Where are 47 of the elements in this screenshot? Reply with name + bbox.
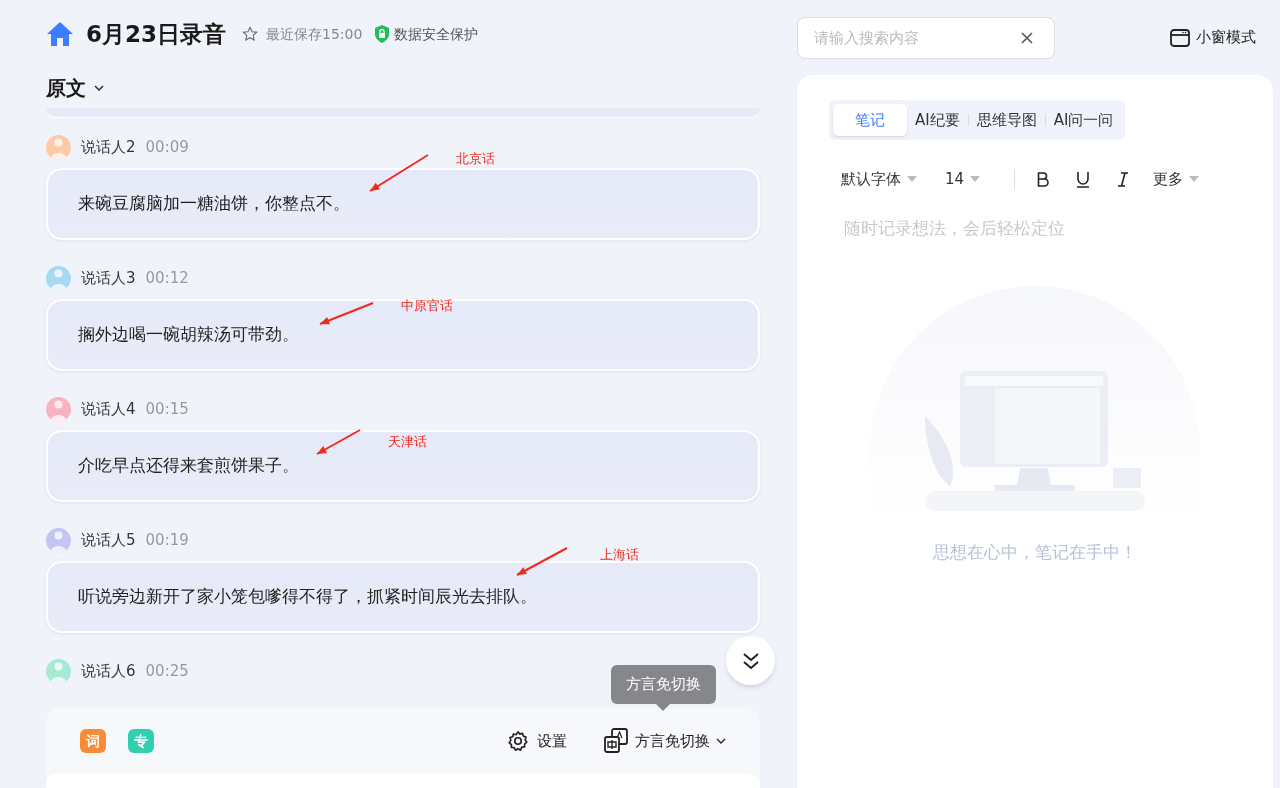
empty-message: 思想在心中，笔记在手中！ [932,541,1138,564]
transcript-text: 介吃早点还得来套煎饼果子。 [78,454,299,478]
dialect-dropdown[interactable]: 方言免切换 [603,728,726,754]
annotation-label: 天津话 [388,433,427,451]
close-icon[interactable] [1021,31,1033,44]
scroll-down-button[interactable] [726,636,775,685]
caret-icon [94,85,104,91]
transcript-text: 听说旁边新开了家小笼包嗲得不得了，抓紧时间辰光去排队。 [78,585,537,609]
caret-icon [970,176,981,182]
speaker-name: 说话人2 [81,136,136,158]
notes-tab[interactable]: 笔记 [833,104,907,136]
notes-tab[interactable]: 思维导图 [968,104,1045,136]
translate-icon [603,728,629,754]
tooltip: 方言免切换 [611,665,716,704]
settings-button[interactable]: 设置 [507,729,567,753]
last-saved-text: 最近保存15:00 [266,24,363,44]
mini-window-button[interactable]: 小窗模式 [1170,26,1256,49]
home-icon[interactable] [46,21,74,47]
bold-icon [1037,171,1050,187]
search-field[interactable]: 请输入搜索内容 [797,16,1055,59]
underline-icon [1076,170,1091,188]
annotation-label: 中原官话 [401,297,453,315]
transcript-text: 来碗豆腐脑加一糖油饼，你整点不。 [78,192,350,216]
view-dropdown[interactable]: 原文 [46,73,104,103]
tooltip-pointer [656,704,670,711]
security-label: 数据安全保护 [394,24,479,44]
shield-lock-icon [374,25,391,43]
caret-icon [907,176,917,182]
more-dropdown[interactable]: 更多 [1153,167,1200,191]
font-dropdown[interactable]: 默认字体 [841,167,917,191]
annotation-label: 上海话 [600,546,639,564]
speaker-name: 说话人4 [81,398,136,420]
window-icon [1170,28,1190,47]
italic-icon [1117,171,1130,187]
caret-icon [716,738,726,744]
notes-tab[interactable]: AI问一问 [1045,104,1122,136]
star-icon[interactable] [242,26,258,42]
caret-icon [1189,176,1200,182]
speaker-name: 说话人3 [81,267,136,289]
size-dropdown[interactable]: 14 [945,167,981,191]
speaker-name: 说话人5 [81,529,136,551]
transcript-text: 搁外边喝一碗胡辣汤可带劲。 [78,323,299,347]
notes-tab[interactable]: AI纪要 [907,104,968,136]
annotation-label: 北京话 [456,150,495,168]
recording-title: 6月23日录音 [86,19,226,49]
settings-icon [507,730,529,752]
speaker-name: 说话人6 [81,660,136,682]
